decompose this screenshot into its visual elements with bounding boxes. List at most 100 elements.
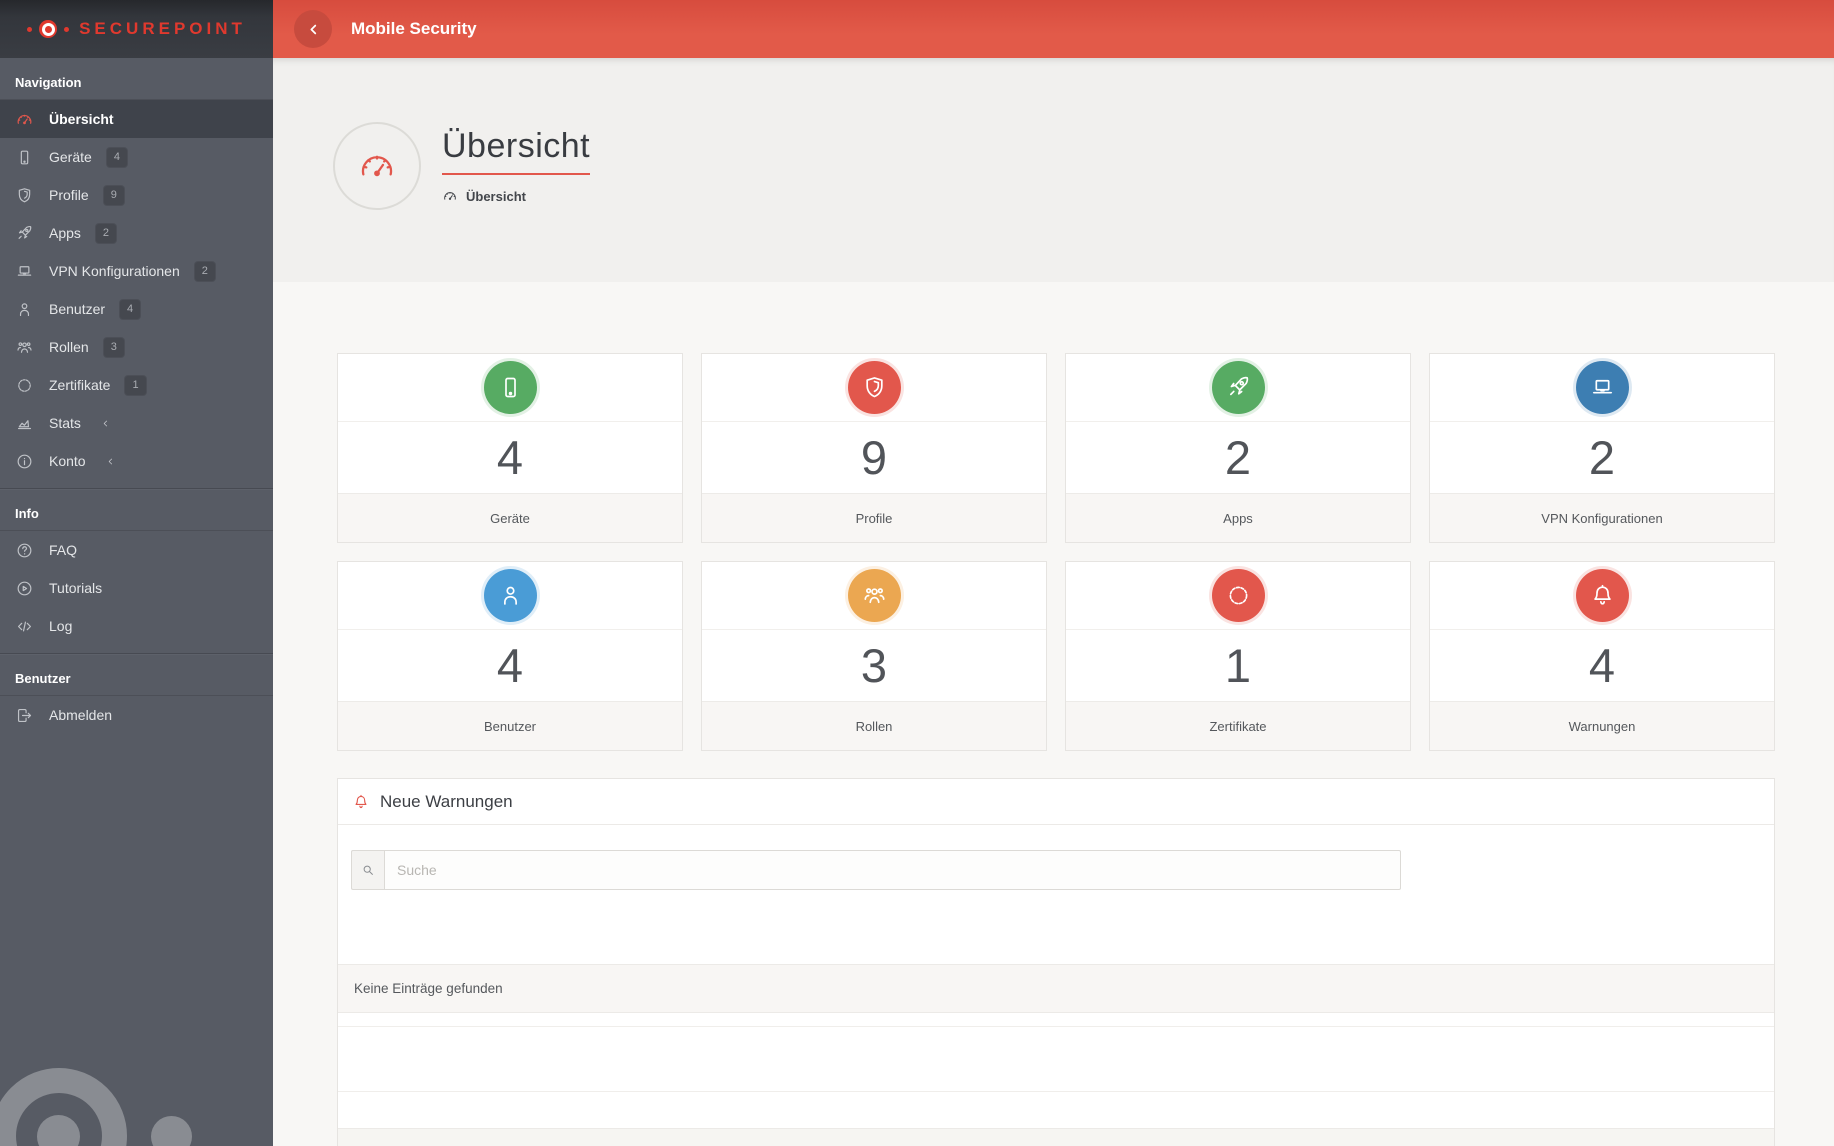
- stats-card-value: 4: [496, 639, 524, 692]
- stats-card-icon-area: [338, 562, 682, 630]
- nav-section-header: Info: [0, 495, 273, 531]
- search-input[interactable]: [384, 850, 1401, 890]
- sidebar-item-label: Übersicht: [49, 111, 114, 127]
- chevron-left-icon: [305, 21, 322, 38]
- sidebar-item[interactable]: FAQ: [0, 531, 273, 569]
- empty-table-row: [338, 1013, 1774, 1027]
- smartphone-icon: [497, 374, 524, 401]
- stats-card-icon-circle: [1575, 361, 1629, 414]
- sidebar-item[interactable]: Abmelden: [0, 696, 273, 734]
- stats-card-value: 4: [1588, 639, 1616, 692]
- sidebar-item[interactable]: Benutzer 4: [0, 290, 273, 328]
- certificate-icon: [1225, 582, 1252, 609]
- sidebar-item[interactable]: Geräte 4: [0, 138, 273, 176]
- new-warnings-panel: Neue Warnungen Keine Einträge gefunden: [337, 778, 1775, 1146]
- empty-table-row: [338, 1027, 1774, 1092]
- user-icon: [15, 300, 34, 319]
- nav-section: Navigation Übersicht Geräte 4 Profile 9 …: [0, 58, 273, 480]
- stats-card-value: 3: [860, 639, 888, 692]
- sidebar-item-label: Benutzer: [49, 301, 106, 317]
- panel-title: Neue Warnungen: [380, 792, 513, 811]
- sidebar-item[interactable]: Konto: [0, 442, 273, 480]
- nav-section: Info FAQ Tutorials Log: [0, 488, 273, 645]
- stats-card-value: 4: [496, 431, 524, 484]
- nav-section-header: Benutzer: [0, 660, 273, 696]
- stats-card[interactable]: 3 Rollen: [701, 561, 1047, 751]
- stats-card-value: 2: [1224, 431, 1252, 484]
- stats-card-grid: 4 Geräte 9 Profile 2 Apps 2 VPN Konfigur…: [337, 353, 1775, 751]
- stats-card-label: Benutzer: [338, 701, 682, 750]
- stats-card-label: Profile: [702, 493, 1046, 542]
- sidebar-item[interactable]: Apps 2: [0, 214, 273, 252]
- stats-card[interactable]: 9 Profile: [701, 353, 1047, 543]
- breadcrumb: Übersicht: [442, 188, 590, 204]
- gauge-icon: [356, 145, 398, 187]
- panel-header: Neue Warnungen: [338, 779, 1774, 825]
- count-badge: 4: [106, 147, 127, 167]
- sidebar-item-label: Profile: [49, 187, 89, 203]
- gauge-icon: [15, 110, 34, 129]
- app-window: SECUREPOINT Navigation Übersicht Geräte …: [0, 0, 1834, 1146]
- content: 4 Geräte 9 Profile 2 Apps 2 VPN Konfigur…: [273, 282, 1775, 1146]
- chart-icon: [15, 414, 34, 433]
- stats-card[interactable]: 4 Geräte: [337, 353, 683, 543]
- sidebar-item[interactable]: Übersicht: [0, 100, 273, 138]
- stats-card-icon-circle: [483, 361, 537, 414]
- page-title: Übersicht: [442, 127, 591, 175]
- sidebar-item-label: Log: [49, 618, 73, 634]
- sidebar-nav: Navigation Übersicht Geräte 4 Profile 9 …: [0, 58, 273, 734]
- sidebar-item[interactable]: Zertifikate 1: [0, 366, 273, 404]
- user-icon: [497, 582, 524, 609]
- sidebar-header: SECUREPOINT: [0, 0, 273, 58]
- sidebar-item[interactable]: Stats: [0, 404, 273, 442]
- sidebar-item[interactable]: Rollen 3: [0, 328, 273, 366]
- count-badge: 2: [194, 261, 215, 281]
- logout-icon: [15, 706, 34, 725]
- securepoint-logo: SECUREPOINT: [27, 19, 246, 39]
- stats-card-label: Rollen: [702, 701, 1046, 750]
- stats-card-icon-circle: [1211, 361, 1265, 414]
- page-hero: Übersicht Übersicht: [273, 58, 1834, 282]
- search-row: [338, 825, 1774, 890]
- sidebar-item[interactable]: Profile 9: [0, 176, 273, 214]
- empty-state-row: Keine Einträge gefunden: [338, 964, 1774, 1013]
- stats-card-icon-circle: [1211, 569, 1265, 622]
- play-icon: [15, 579, 34, 598]
- sidebar-item[interactable]: Tutorials: [0, 569, 273, 607]
- brand-name: SECUREPOINT: [79, 19, 246, 38]
- nav-item-list: Übersicht Geräte 4 Profile 9 Apps 2 VPN …: [0, 100, 273, 480]
- logo-dot-left-icon: [27, 26, 33, 32]
- code-icon: [15, 617, 34, 636]
- main-area: Mobile Security Übersicht Übersicht 4 Ge…: [273, 0, 1834, 1146]
- shield-icon: [15, 186, 34, 205]
- sidebar-item-label: Stats: [49, 415, 81, 431]
- count-badge: 2: [95, 223, 117, 243]
- sidebar-item-label: FAQ: [49, 542, 78, 558]
- empty-table-row: [338, 1092, 1774, 1128]
- stats-card-value: 2: [1588, 431, 1616, 484]
- sidebar-item-label: Tutorials: [49, 580, 103, 596]
- certificate-icon: [15, 376, 34, 395]
- stats-card-icon-area: [1066, 562, 1410, 630]
- sidebar-item-label: VPN Konfigurationen: [49, 263, 180, 279]
- stats-card[interactable]: 1 Zertifikate: [1065, 561, 1411, 751]
- stats-card-icon-area: [1430, 562, 1774, 630]
- stats-card-icon-area: [1066, 354, 1410, 422]
- app-title: Mobile Security: [351, 19, 477, 38]
- count-badge: 9: [103, 185, 124, 205]
- breadcrumb-label: Übersicht: [466, 188, 526, 204]
- sidebar-item[interactable]: Log: [0, 607, 273, 645]
- stats-card[interactable]: 4 Benutzer: [337, 561, 683, 751]
- sidebar-item-label: Rollen: [49, 339, 89, 355]
- stats-card[interactable]: 2 VPN Konfigurationen: [1429, 353, 1775, 543]
- bell-icon: [352, 793, 370, 811]
- sidebar-item[interactable]: VPN Konfigurationen 2: [0, 252, 273, 290]
- search-addon: [351, 850, 384, 890]
- users-icon: [15, 338, 34, 357]
- stats-card[interactable]: 2 Apps: [1065, 353, 1411, 543]
- rocket-icon: [15, 224, 34, 243]
- stats-card[interactable]: 4 Warnungen: [1429, 561, 1775, 751]
- back-button[interactable]: [294, 10, 332, 48]
- sidebar-item-label: Geräte: [49, 149, 92, 165]
- laptop-icon: [1589, 374, 1616, 401]
